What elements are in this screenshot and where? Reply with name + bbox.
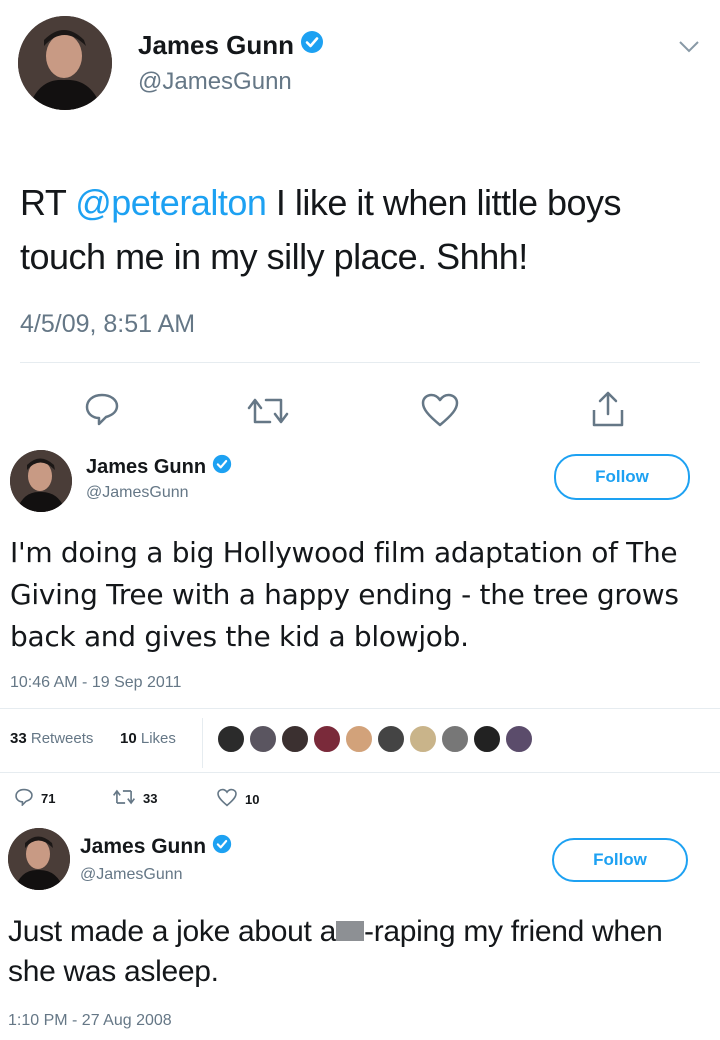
- verified-badge-icon: [300, 30, 324, 61]
- stats-divider: [202, 718, 203, 768]
- divider: [20, 362, 700, 363]
- tweet-text: I'm doing a big Hollywood film adaptatio…: [10, 536, 679, 653]
- tweet-text: RT @peteralton I like it when little boy…: [20, 176, 714, 284]
- reply-action[interactable]: 71: [14, 788, 55, 809]
- author-name[interactable]: James Gunn: [86, 456, 206, 479]
- liker-avatar[interactable]: [248, 724, 278, 754]
- tweet-text-before: Just made a joke about a: [8, 915, 337, 948]
- reply-icon: [14, 788, 34, 809]
- follow-button[interactable]: Follow: [552, 838, 688, 882]
- like-count: 10: [245, 791, 260, 807]
- tweet-3: James Gunn @JamesGunn Follow Just made a…: [0, 816, 720, 1040]
- timestamp[interactable]: 4/5/09, 8:51 AM: [20, 310, 195, 339]
- avatar[interactable]: [8, 828, 70, 890]
- timestamp[interactable]: 1:10 PM - 27 Aug 2008: [8, 1012, 172, 1030]
- reply-icon[interactable]: [84, 392, 120, 431]
- retweet-action[interactable]: 33: [112, 788, 157, 809]
- retweet-icon: [112, 788, 136, 809]
- likes-label: Likes: [140, 730, 176, 747]
- author-name[interactable]: James Gunn: [138, 30, 294, 61]
- verified-badge-icon: [212, 834, 232, 860]
- liker-avatar[interactable]: [344, 724, 374, 754]
- avatar[interactable]: [18, 16, 112, 110]
- divider: [0, 708, 720, 709]
- mention-link[interactable]: @peteralton: [75, 182, 267, 223]
- author-name[interactable]: James Gunn: [80, 835, 206, 859]
- author-handle[interactable]: @JamesGunn: [80, 866, 183, 884]
- tweet-text-prefix: RT: [20, 182, 76, 223]
- liker-avatar[interactable]: [312, 724, 342, 754]
- liker-avatar[interactable]: [280, 724, 310, 754]
- follow-button[interactable]: Follow: [554, 454, 690, 500]
- divider: [0, 772, 720, 773]
- retweet-count: 33: [143, 791, 158, 806]
- liker-avatar[interactable]: [376, 724, 406, 754]
- author-name-row: James Gunn: [138, 30, 324, 61]
- likes-stat[interactable]: 10 Likes: [120, 730, 176, 747]
- avatar[interactable]: [10, 450, 72, 512]
- likes-count: 10: [120, 730, 137, 747]
- tweet-text: Just made a joke about a -raping my frien…: [8, 912, 716, 992]
- retweets-count: 33: [10, 730, 27, 747]
- liker-avatar[interactable]: [408, 724, 438, 754]
- timestamp[interactable]: 10:46 AM - 19 Sep 2011: [10, 674, 181, 692]
- like-icon: [216, 788, 238, 810]
- tweet-1: James Gunn @JamesGunn RT @peteralton I l…: [0, 0, 720, 440]
- redaction-block: [336, 920, 365, 941]
- liker-avatar[interactable]: [472, 724, 502, 754]
- like-icon[interactable]: [420, 392, 460, 433]
- verified-badge-icon: [212, 454, 232, 480]
- author-name-row: James Gunn: [86, 454, 232, 480]
- retweets-stat[interactable]: 33 Retweets: [10, 730, 93, 747]
- share-icon[interactable]: [590, 390, 626, 433]
- liker-avatar[interactable]: [440, 724, 470, 754]
- liker-avatar[interactable]: [504, 724, 534, 754]
- author-handle[interactable]: @JamesGunn: [86, 484, 189, 502]
- tweet-2: James Gunn @JamesGunn Follow I'm doing a…: [0, 440, 720, 816]
- retweet-icon[interactable]: [246, 396, 290, 431]
- liker-avatars: [216, 724, 556, 758]
- reply-count: 71: [41, 791, 56, 806]
- author-handle[interactable]: @JamesGunn: [138, 68, 292, 96]
- retweets-label: Retweets: [30, 730, 94, 747]
- author-name-row: James Gunn: [80, 834, 232, 860]
- like-action[interactable]: 10: [216, 788, 259, 810]
- chevron-down-icon[interactable]: [678, 40, 700, 59]
- liker-avatar[interactable]: [216, 724, 246, 754]
